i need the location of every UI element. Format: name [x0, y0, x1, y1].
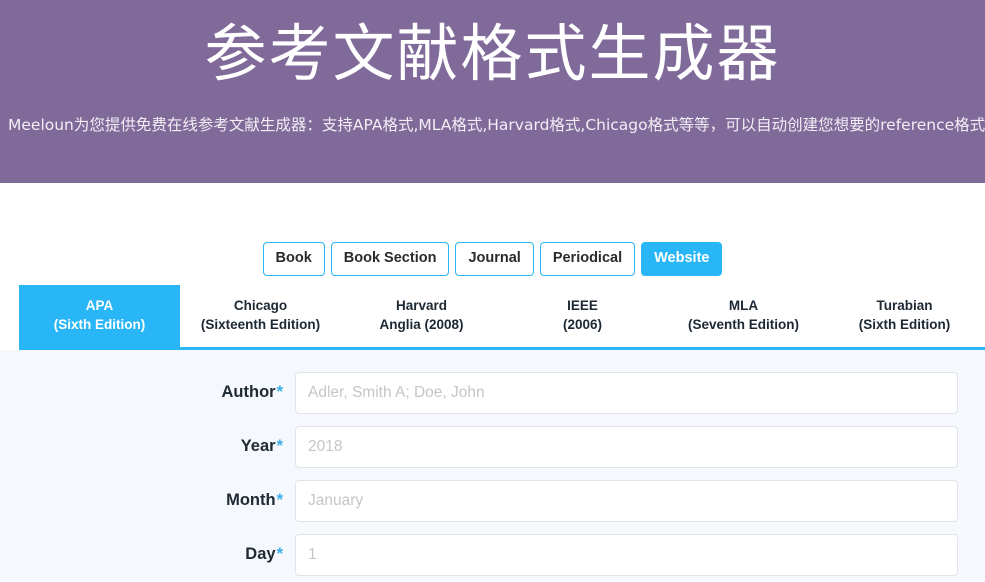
source-type-website-button[interactable]: Website — [641, 242, 723, 276]
field-row-author: Author* — [27, 371, 958, 414]
source-type-book-button[interactable]: Book — [262, 242, 325, 276]
tab-mla-name: MLA — [728, 297, 759, 313]
tab-harvard-name: Harvard — [395, 297, 448, 313]
year-input[interactable] — [295, 425, 958, 468]
tab-apa[interactable]: APA (Sixth Edition) — [19, 284, 180, 347]
source-type-book-section-button[interactable]: Book Section — [330, 242, 450, 276]
field-row-month: Month* — [27, 479, 958, 522]
tab-ieee-edition: (2006) — [562, 317, 603, 333]
tab-harvard-edition: Anglia (2008) — [379, 317, 464, 333]
source-type-periodical-button[interactable]: Periodical — [539, 242, 636, 276]
month-label-text: Month — [226, 491, 276, 510]
tab-chicago[interactable]: Chicago (Sixteenth Edition) — [180, 285, 341, 347]
page-subtitle: Meeloun为您提供免费在线参考文献生成器：支持APA格式,MLA格式,Har… — [8, 115, 985, 134]
tab-apa-edition: (Sixth Edition) — [53, 317, 146, 333]
tab-turabian-name: Turabian — [876, 297, 933, 313]
source-type-journal-button[interactable]: Journal — [455, 242, 534, 276]
author-label: Author* — [27, 383, 295, 402]
citation-form: Author* Year* Month* Day* — [0, 349, 985, 582]
tab-turabian[interactable]: Turabian (Sixth Edition) — [824, 285, 985, 347]
tab-ieee[interactable]: IEEE (2006) — [502, 285, 663, 347]
year-label: Year* — [27, 437, 295, 456]
tab-apa-name: APA — [85, 297, 114, 313]
year-label-text: Year — [240, 437, 276, 456]
field-row-day: Day* — [27, 533, 958, 576]
day-required-asterisk: * — [276, 545, 283, 564]
tab-chicago-edition: (Sixteenth Edition) — [200, 317, 321, 333]
tab-turabian-edition: (Sixth Edition) — [858, 317, 951, 333]
tab-mla[interactable]: MLA (Seventh Edition) — [663, 285, 824, 347]
author-label-text: Author — [221, 383, 276, 402]
month-label: Month* — [27, 491, 295, 510]
tab-harvard[interactable]: Harvard Anglia (2008) — [341, 285, 502, 347]
day-label-text: Day — [245, 545, 276, 564]
page-header: 参考文献格式生成器 Meeloun为您提供免费在线参考文献生成器：支持APA格式… — [0, 0, 985, 183]
citation-style-tabs: APA (Sixth Edition) Chicago (Sixteenth E… — [19, 284, 985, 350]
author-required-asterisk: * — [276, 383, 283, 402]
tab-mla-edition: (Seventh Edition) — [688, 317, 799, 333]
day-label: Day* — [27, 545, 295, 564]
day-input[interactable] — [295, 533, 958, 576]
month-required-asterisk: * — [276, 491, 283, 510]
tab-ieee-name: IEEE — [567, 297, 598, 313]
source-type-button-group: Book Book Section Journal Periodical Web… — [0, 183, 985, 276]
author-input[interactable] — [295, 371, 958, 414]
year-required-asterisk: * — [276, 437, 283, 456]
tab-chicago-name: Chicago — [233, 297, 288, 313]
page-title: 参考文献格式生成器 — [204, 17, 781, 90]
month-input[interactable] — [295, 479, 958, 522]
field-row-year: Year* — [27, 425, 958, 468]
